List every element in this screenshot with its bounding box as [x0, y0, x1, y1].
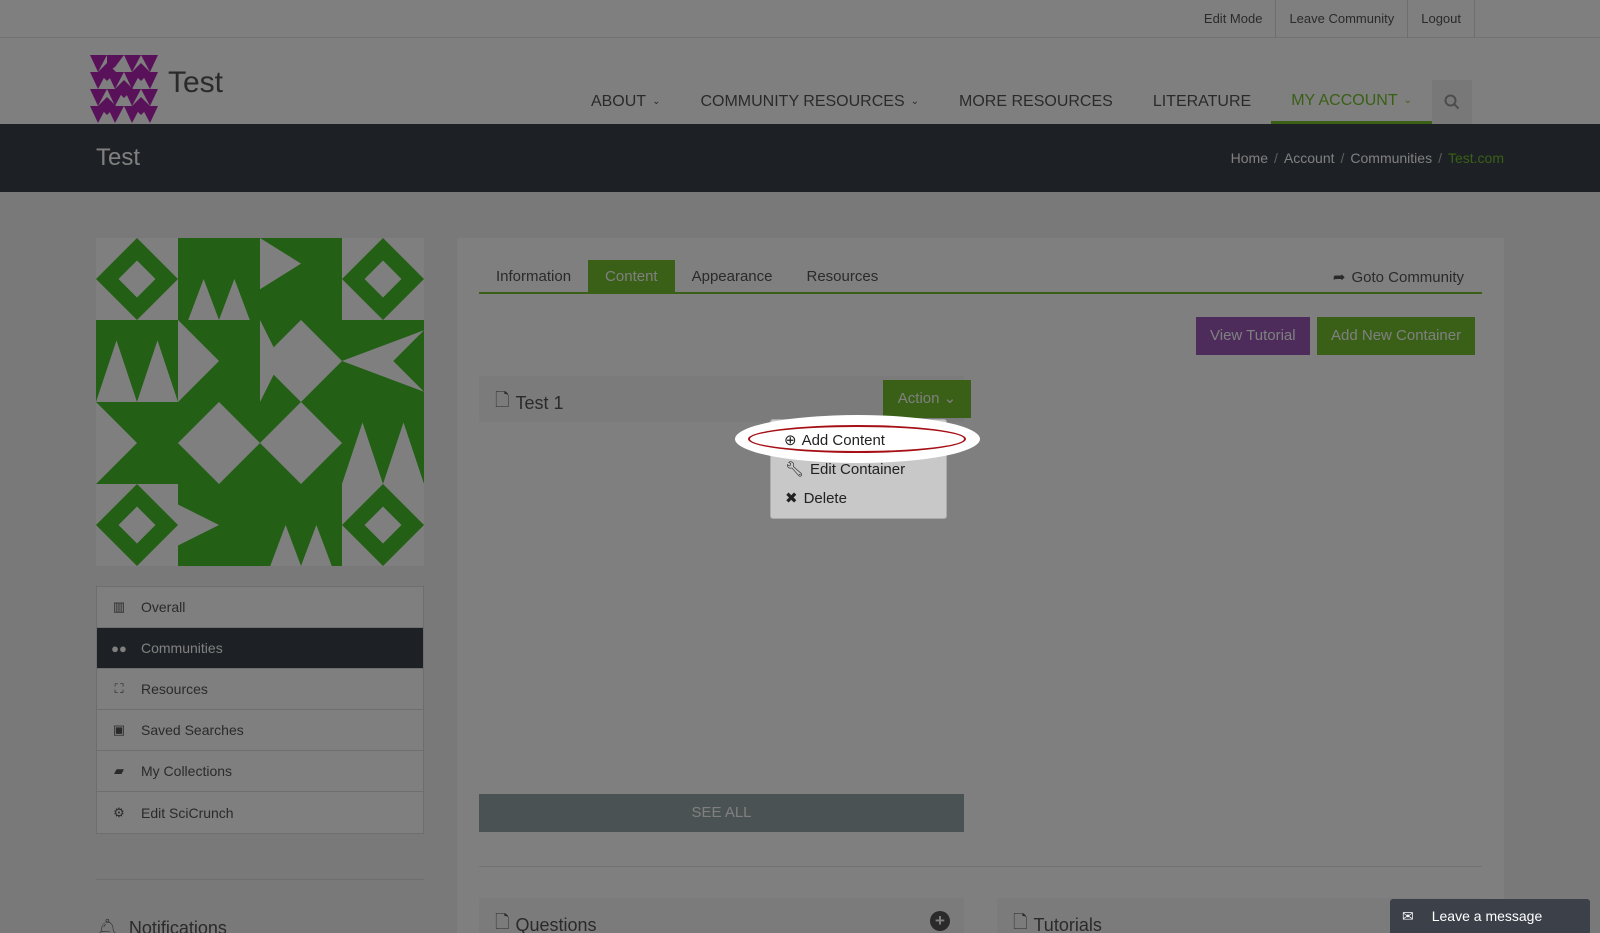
- breadcrumb-separator: /: [1438, 150, 1442, 166]
- nav-literature-label: LITERATURE: [1152, 93, 1252, 110]
- brand-name[interactable]: Test: [168, 66, 223, 100]
- leave-community-link[interactable]: Leave Community: [1276, 0, 1409, 38]
- leave-message-label: Leave a message: [1431, 908, 1543, 924]
- chevron-down-icon: ⌄: [652, 96, 661, 107]
- side-menu-edit-scicrunch[interactable]: ⚙ Edit SciCrunch: [97, 792, 423, 833]
- search-icon: [1444, 94, 1460, 110]
- action-label: Action: [897, 390, 940, 407]
- folder-open-icon: ▰: [114, 763, 124, 778]
- nav-about[interactable]: ABOUT ⌄: [571, 80, 681, 124]
- nav-more-resources-label: MORE RESOURCES: [959, 93, 1113, 110]
- breadcrumb-separator: /: [1274, 150, 1278, 166]
- goto-community-label: Goto Community: [1351, 268, 1464, 286]
- breadcrumb-home[interactable]: Home: [1231, 150, 1268, 166]
- breadcrumb-separator: /: [1340, 150, 1345, 166]
- side-menu-label: Resources: [141, 681, 208, 697]
- nav-community-resources-label: COMMUNITY RESOURCES: [700, 93, 905, 110]
- side-menu-label: Edit SciCrunch: [141, 804, 234, 821]
- view-tutorial-button[interactable]: View Tutorial: [1196, 317, 1310, 355]
- panel-divider: [479, 866, 1482, 867]
- floppy-icon: ▣: [112, 722, 126, 737]
- breadcrumb-current: Test.com: [1447, 150, 1504, 166]
- see-all-button[interactable]: SEE ALL: [479, 794, 964, 832]
- page-title: Test: [96, 144, 141, 171]
- container-name: Test 1: [515, 392, 564, 413]
- main-nav: ABOUT ⌄ COMMUNITY RESOURCES ⌄ MORE RESOU…: [571, 80, 1472, 124]
- search-button[interactable]: [1432, 80, 1472, 124]
- nav-community-resources[interactable]: COMMUNITY RESOURCES ⌄: [680, 80, 939, 124]
- questions-title: 🗋︎ Questions: [495, 910, 597, 933]
- cogs-icon: ⚙: [113, 804, 125, 820]
- top-utility-bar: Edit Mode Leave Community Logout: [0, 0, 1600, 38]
- bar-chart-icon: ▥: [112, 599, 126, 614]
- side-menu-label: Communities: [141, 640, 223, 656]
- community-tabs: Information Content Appearance Resources: [479, 260, 1482, 294]
- questions-label: Questions: [515, 914, 597, 933]
- side-menu-label: My Collections: [141, 763, 233, 779]
- side-menu-my-collections[interactable]: ▰ My Collections: [97, 751, 423, 792]
- community-logo-icon[interactable]: [90, 55, 158, 123]
- tutorials-label: Tutorials: [1033, 914, 1102, 933]
- nav-more-resources[interactable]: MORE RESOURCES: [939, 80, 1133, 124]
- nav-my-account[interactable]: MY ACCOUNT ⌄: [1271, 80, 1432, 124]
- edit-mode-link[interactable]: Edit Mode: [1191, 0, 1277, 38]
- close-icon: ✖: [785, 490, 798, 507]
- nav-literature[interactable]: LITERATURE: [1133, 80, 1271, 124]
- share-arrow-icon: ➦: [1332, 269, 1346, 286]
- delete-label: Delete: [803, 489, 847, 507]
- side-menu-label: Overall: [141, 599, 186, 615]
- file-icon: 🗋︎: [1013, 912, 1028, 932]
- chevron-down-icon: ⌄: [1403, 94, 1412, 106]
- add-content-item[interactable]: ⊕ Add Content: [784, 431, 885, 450]
- add-question-button[interactable]: +: [930, 911, 950, 931]
- cubes-icon: ⛶: [114, 681, 124, 696]
- action-dropdown-button[interactable]: Action ⌄: [883, 380, 971, 418]
- side-menu-communities[interactable]: ●● Communities: [97, 628, 423, 669]
- breadcrumb: Home / Account / Communities / Test.com: [1231, 150, 1504, 166]
- users-icon: ●●: [111, 640, 127, 656]
- file-icon: 🗋︎: [495, 390, 510, 410]
- side-menu-resources[interactable]: ⛶ Resources: [97, 669, 423, 710]
- tutorials-title: 🗋︎ Tutorials: [1013, 910, 1102, 933]
- delete-item[interactable]: ✖ Delete: [785, 489, 847, 508]
- logout-link[interactable]: Logout: [1408, 0, 1475, 38]
- edit-container-label: Edit Container: [810, 460, 906, 478]
- container-title: 🗋︎ Test 1: [495, 388, 564, 418]
- breadcrumb-communities[interactable]: Communities: [1350, 150, 1432, 166]
- side-menu-label: Saved Searches: [141, 722, 244, 738]
- add-content-label: Add Content: [801, 431, 885, 449]
- side-menu-saved-searches[interactable]: ▣ Saved Searches: [97, 710, 423, 751]
- tab-resources[interactable]: Resources: [790, 260, 896, 292]
- account-side-menu: ▥ Overall ●● Communities ⛶ Resources ▣ S…: [96, 586, 424, 834]
- notifications-heading: 🔔︎ Notifications: [96, 918, 227, 933]
- wrench-icon: 🔧︎: [785, 461, 805, 478]
- community-avatar: [96, 238, 424, 566]
- bell-icon: 🔔︎: [96, 918, 119, 933]
- utility-links: Edit Mode Leave Community Logout: [1191, 0, 1475, 38]
- side-menu-overall[interactable]: ▥ Overall: [97, 587, 423, 628]
- tab-appearance[interactable]: Appearance: [675, 260, 790, 292]
- add-new-container-button[interactable]: Add New Container: [1317, 317, 1476, 355]
- envelope-icon: ✉: [1402, 907, 1414, 924]
- breadcrumb-account[interactable]: Account: [1284, 150, 1335, 166]
- community-content-panel: Information Content Appearance Resources…: [457, 238, 1504, 933]
- chevron-down-icon: ⌄: [943, 390, 957, 407]
- questions-container-card: 🗋︎ Questions +: [479, 898, 964, 933]
- nav-my-account-label: MY ACCOUNT: [1291, 91, 1398, 109]
- tab-content[interactable]: Content: [588, 260, 675, 292]
- breadcrumb-band: Test Home / Account / Communities / Test…: [0, 124, 1600, 192]
- notifications-label: Notifications: [128, 918, 227, 933]
- side-divider: [96, 879, 424, 880]
- tab-information[interactable]: Information: [479, 260, 588, 292]
- chevron-down-icon: ⌄: [910, 96, 920, 107]
- site-header: Test ABOUT ⌄ COMMUNITY RESOURCES ⌄ MORE …: [0, 38, 1600, 124]
- file-icon: 🗋︎: [495, 912, 510, 932]
- leave-message-widget[interactable]: ✉ Leave a message: [1390, 899, 1590, 933]
- plus-circle-icon: ⊕: [784, 432, 797, 449]
- nav-about-label: ABOUT: [590, 93, 647, 110]
- goto-community-link[interactable]: ➦ Goto Community: [1332, 268, 1464, 287]
